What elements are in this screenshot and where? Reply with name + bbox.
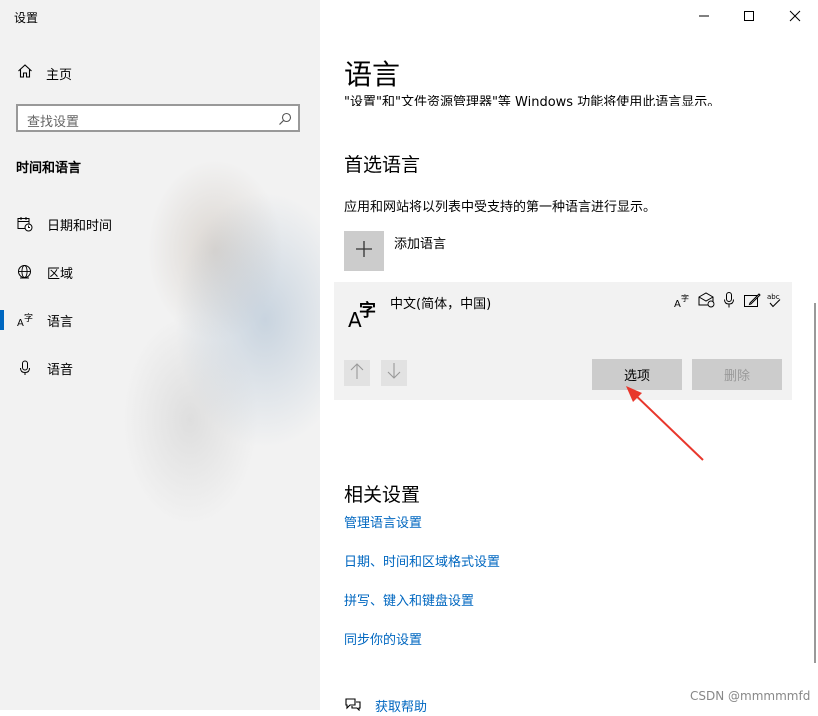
scrollbar[interactable] [814, 303, 816, 663]
language-item-zh-cn[interactable]: A 字 中文(简体，中国) A字 abc 选项 删除 [334, 282, 792, 400]
sidebar-item-language[interactable]: A字 语言 [17, 310, 307, 330]
arrow-down-icon [386, 362, 402, 384]
search-icon[interactable] [278, 111, 292, 130]
svg-text:A: A [674, 299, 681, 309]
microphone-icon [17, 360, 33, 380]
spelling-typing-keyboard-link[interactable]: 拼写、键入和键盘设置 [344, 590, 474, 609]
sidebar-home-label: 主页 [46, 67, 73, 83]
calendar-clock-icon [17, 216, 33, 236]
language-name: 中文(简体，中国) [390, 297, 492, 312]
move-up-button[interactable] [344, 360, 370, 386]
sidebar-section-title: 时间和语言 [16, 161, 82, 176]
sync-settings-link[interactable]: 同步你的设置 [344, 629, 422, 648]
arrow-up-icon [349, 362, 365, 384]
sidebar-item-label: 语音 [47, 362, 74, 378]
watermark: CSDN @mmmmmfd [690, 689, 811, 703]
sidebar-item-home[interactable]: 主页 [17, 63, 72, 83]
related-settings-heading: 相关设置 [344, 484, 421, 506]
svg-text:字: 字 [681, 293, 689, 303]
svg-text:abc: abc [767, 293, 780, 301]
home-icon [17, 63, 33, 83]
globe-icon [17, 264, 33, 284]
svg-text:字: 字 [24, 312, 33, 324]
get-help-link[interactable]: 获取帮助 [375, 696, 427, 715]
sidebar-item-label: 区域 [47, 266, 74, 282]
minimize-button[interactable] [689, 4, 719, 28]
date-time-region-format-link[interactable]: 日期、时间和区域格式设置 [344, 551, 500, 570]
selection-indicator [0, 310, 4, 330]
preferred-languages-heading: 首选语言 [344, 154, 421, 176]
language-glyph-zi: 字 [359, 301, 376, 321]
sidebar: 设置 主页 查找设置 时间和语言 日期和时间 区域 A字 语言 语音 [0, 0, 320, 710]
svg-text:A: A [17, 318, 24, 328]
sidebar-item-date-time[interactable]: 日期和时间 [17, 214, 307, 234]
search-input[interactable]: 查找设置 [16, 104, 300, 132]
language-glyph-icon: A 字 [346, 296, 378, 332]
plus-icon [355, 240, 373, 262]
display-language-note-text: "设置"和"文件资源管理器"等 Windows 功能将使用此语言显示。 [344, 95, 721, 106]
sidebar-item-speech[interactable]: 语音 [17, 358, 307, 378]
close-icon [789, 7, 801, 26]
microphone-icon [720, 291, 738, 309]
window-title: 设置 [14, 11, 39, 25]
sidebar-item-region[interactable]: 区域 [17, 262, 307, 282]
display-language-note: "设置"和"文件资源管理器"等 Windows 功能将使用此语言显示。 [344, 86, 764, 106]
language-icon: A字 [17, 312, 35, 332]
speech-icon [697, 291, 715, 309]
add-language-button[interactable] [344, 231, 384, 271]
help-chat-icon [344, 696, 362, 715]
annotation-arrow [626, 386, 704, 461]
move-down-button[interactable] [381, 360, 407, 386]
sidebar-item-label: 语言 [47, 314, 74, 330]
search-placeholder: 查找设置 [27, 115, 80, 130]
close-button[interactable] [780, 4, 810, 28]
handwriting-icon [743, 291, 761, 309]
maximize-icon [743, 7, 755, 26]
display-language-icon: A字 [674, 291, 692, 310]
spellcheck-icon: abc [766, 291, 784, 309]
manage-language-settings-link[interactable]: 管理语言设置 [344, 512, 422, 531]
add-language-label[interactable]: 添加语言 [394, 233, 446, 252]
maximize-button[interactable] [734, 4, 764, 28]
sidebar-item-label: 日期和时间 [47, 218, 113, 234]
preferred-languages-description: 应用和网站将以列表中受支持的第一种语言进行显示。 [344, 200, 657, 215]
minimize-icon [698, 7, 710, 26]
